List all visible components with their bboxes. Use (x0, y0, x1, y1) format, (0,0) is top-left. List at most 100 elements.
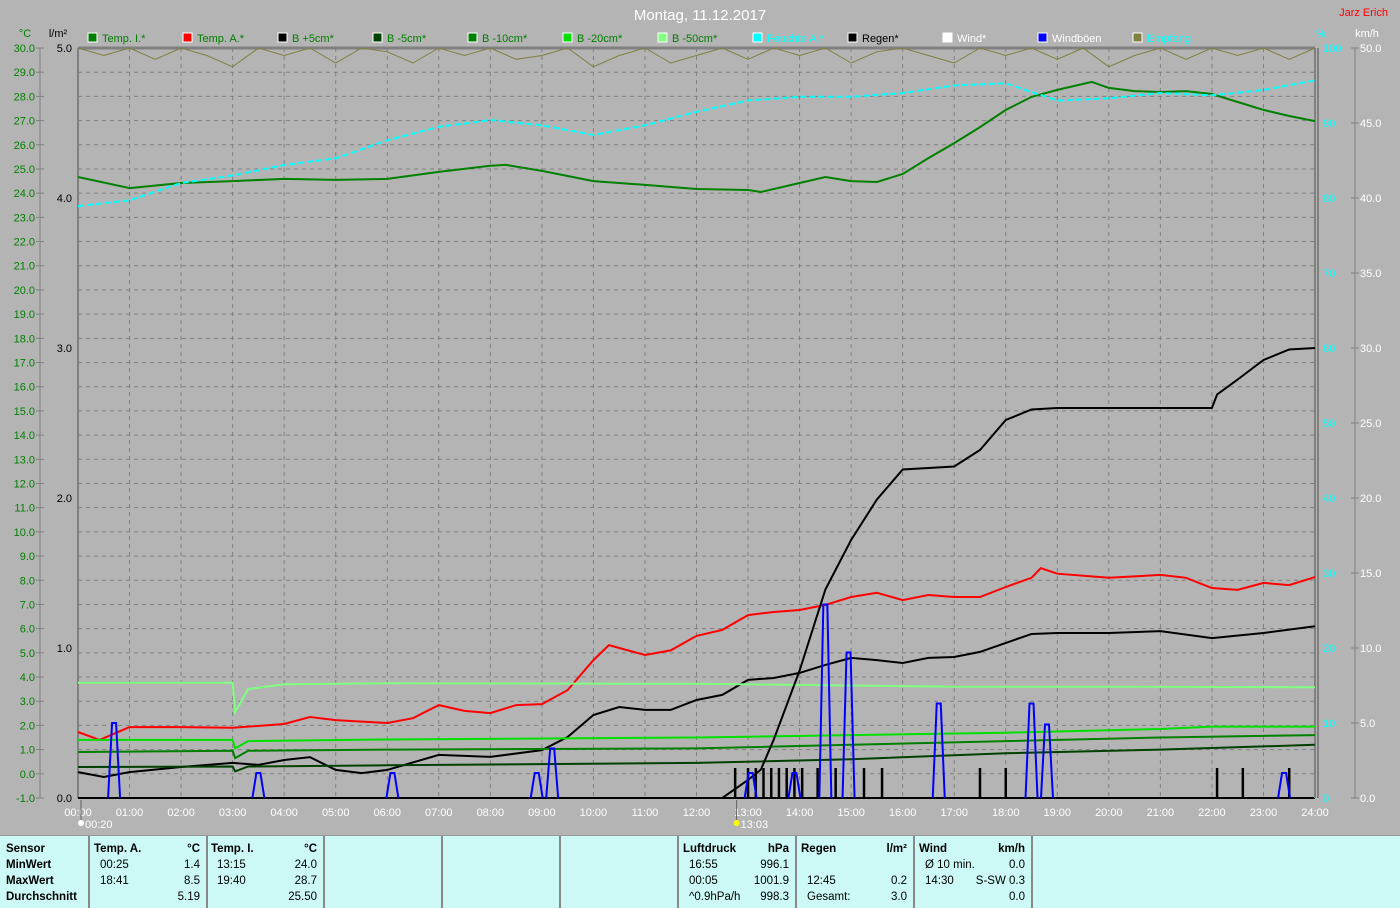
stats-row: 13:15 24.0 (211, 857, 317, 873)
stats-value: 0.2 (891, 875, 907, 887)
x-tick-label: 16:00 (889, 807, 917, 819)
stats-row: 25.50 (211, 889, 317, 905)
chart-title: Montag, 11.12.2017 (634, 7, 766, 24)
gust-peak (251, 771, 266, 799)
stats-unit: °C (304, 843, 317, 855)
stats-row: ^0.9hPa/h 998.3 (683, 889, 789, 905)
x-tick-label: 12:00 (683, 807, 711, 819)
temp-tick-label: 0.0 (20, 769, 35, 781)
stats-time: 18:41 (100, 875, 129, 887)
moon-icon (78, 820, 85, 826)
stats-header-row: Wind km/h (919, 841, 1025, 857)
humidity-tick-label: 70 (1323, 268, 1335, 280)
x-tick-label: 03:00 (219, 807, 247, 819)
x-tick-label: 00:00 (64, 807, 92, 819)
stats-value: 8.5 (184, 875, 200, 887)
temp-tick-label: 18.0 (14, 333, 35, 345)
stats-column (323, 836, 443, 908)
sensor-row: Durchschnitt (6, 889, 82, 905)
stats-unit: km/h (998, 843, 1025, 855)
rain-tick-label: 5.0 (57, 43, 72, 55)
rain-tick-label: 0.0 (57, 793, 72, 805)
x-tick-label: 09:00 (528, 807, 556, 819)
stats-column: Temp. A. °C 00:25 1.4 18:41 8.5 5.19 (88, 836, 208, 908)
temp-tick-label: 2.0 (20, 720, 35, 732)
humidity-tick-label: 0 (1323, 793, 1329, 805)
stats-header: Wind (919, 843, 947, 855)
stats-value: 998.3 (760, 891, 789, 903)
stats-row (329, 857, 435, 873)
legend-label: B -10cm* (482, 33, 528, 45)
gust-peak (385, 771, 400, 799)
wind-tick-label: 40.0 (1360, 193, 1381, 205)
wind-tick-label: 20.0 (1360, 493, 1381, 505)
humidity-tick-label: 10 (1323, 718, 1335, 730)
stats-value: 0.0 (1009, 891, 1025, 903)
wind-tick-label: 0.0 (1360, 793, 1375, 805)
x-tick-label: 21:00 (1147, 807, 1175, 819)
gust-peak (1039, 723, 1054, 799)
sensor-header-row: Sensor (6, 841, 82, 857)
humidity-tick-label: 60 (1323, 343, 1335, 355)
stats-time: 14:30 (925, 875, 954, 887)
legend-label: Regen* (862, 33, 899, 45)
temp-tick-label: 30.0 (14, 43, 35, 55)
temp-tick-label: 26.0 (14, 140, 35, 152)
stats-row: 00:05 1001.9 (683, 873, 789, 889)
stats-time: 12:45 (807, 875, 836, 887)
temp-tick-label: 11.0 (14, 503, 35, 515)
legend-swatch (1037, 32, 1048, 43)
sensor-row: MinWert (6, 857, 82, 873)
rain-axis-label: l/m² (49, 28, 68, 40)
gust-peak (529, 771, 544, 799)
legend-label: B -5cm* (387, 33, 427, 45)
stats-header-row: Temp. A. °C (94, 841, 200, 857)
humidity-tick-label: 40 (1323, 493, 1335, 505)
stats-column (441, 836, 561, 908)
temp-tick-label: 10.0 (14, 527, 35, 539)
x-tick-label: 10:00 (580, 807, 608, 819)
stats-unit: hPa (767, 843, 789, 855)
stats-header-row: Luftdruck hPa (683, 841, 789, 857)
gust-peak (1024, 702, 1039, 799)
stats-row: Gesamt: 3.0 (801, 889, 907, 905)
humidity-tick-label: 50 (1323, 418, 1335, 430)
stats-value: 3.0 (891, 891, 907, 903)
legend-label: Temp. I.* (102, 33, 146, 45)
x-tick-label: 05:00 (322, 807, 350, 819)
temp-tick-label: 9.0 (20, 551, 35, 563)
legend-swatch (372, 32, 383, 43)
stats-value: S-SW 0.3 (975, 875, 1025, 887)
author-label: Jarz Erich (1339, 7, 1388, 19)
x-tick-label: 04:00 (270, 807, 298, 819)
sensor-column: Sensor MinWert MaxWert Durchschnitt (0, 836, 90, 908)
temp-tick-label: 6.0 (20, 624, 35, 636)
stats-row: 18:41 8.5 (94, 873, 200, 889)
wind-tick-label: 5.0 (1360, 718, 1375, 730)
temp-tick-label: 20.0 (14, 285, 35, 297)
marker-time: 13:03 (741, 819, 769, 831)
legend-swatch (562, 32, 573, 43)
x-tick-label: 23:00 (1250, 807, 1278, 819)
legend-label: B +5cm* (292, 33, 335, 45)
wind-axis-label: km/h (1355, 28, 1379, 40)
humidity-tick-label: 30 (1323, 568, 1335, 580)
stats-row (329, 889, 435, 905)
temp-tick-label: 13.0 (14, 454, 35, 466)
x-tick-label: 18:00 (992, 807, 1020, 819)
stats-row (801, 857, 907, 873)
stats-value: 24.0 (294, 859, 317, 871)
stats-value: 28.7 (294, 875, 317, 887)
gust-peak (545, 747, 560, 799)
wind-tick-label: 25.0 (1360, 418, 1381, 430)
stats-time: Gesamt: (807, 891, 851, 903)
temp-tick-label: 5.0 (20, 648, 35, 660)
humidity-tick-label: 100 (1323, 43, 1341, 55)
temp-tick-label: 25.0 (14, 164, 35, 176)
stats-row: Ø 10 min. 0.0 (919, 857, 1025, 873)
wind-tick-label: 15.0 (1360, 568, 1381, 580)
stats-header-row: Temp. I. °C (211, 841, 317, 857)
rain-tick-label: 1.0 (57, 643, 72, 655)
stats-time: ^0.9hPa/h (689, 891, 741, 903)
stats-row: 5.19 (94, 889, 200, 905)
